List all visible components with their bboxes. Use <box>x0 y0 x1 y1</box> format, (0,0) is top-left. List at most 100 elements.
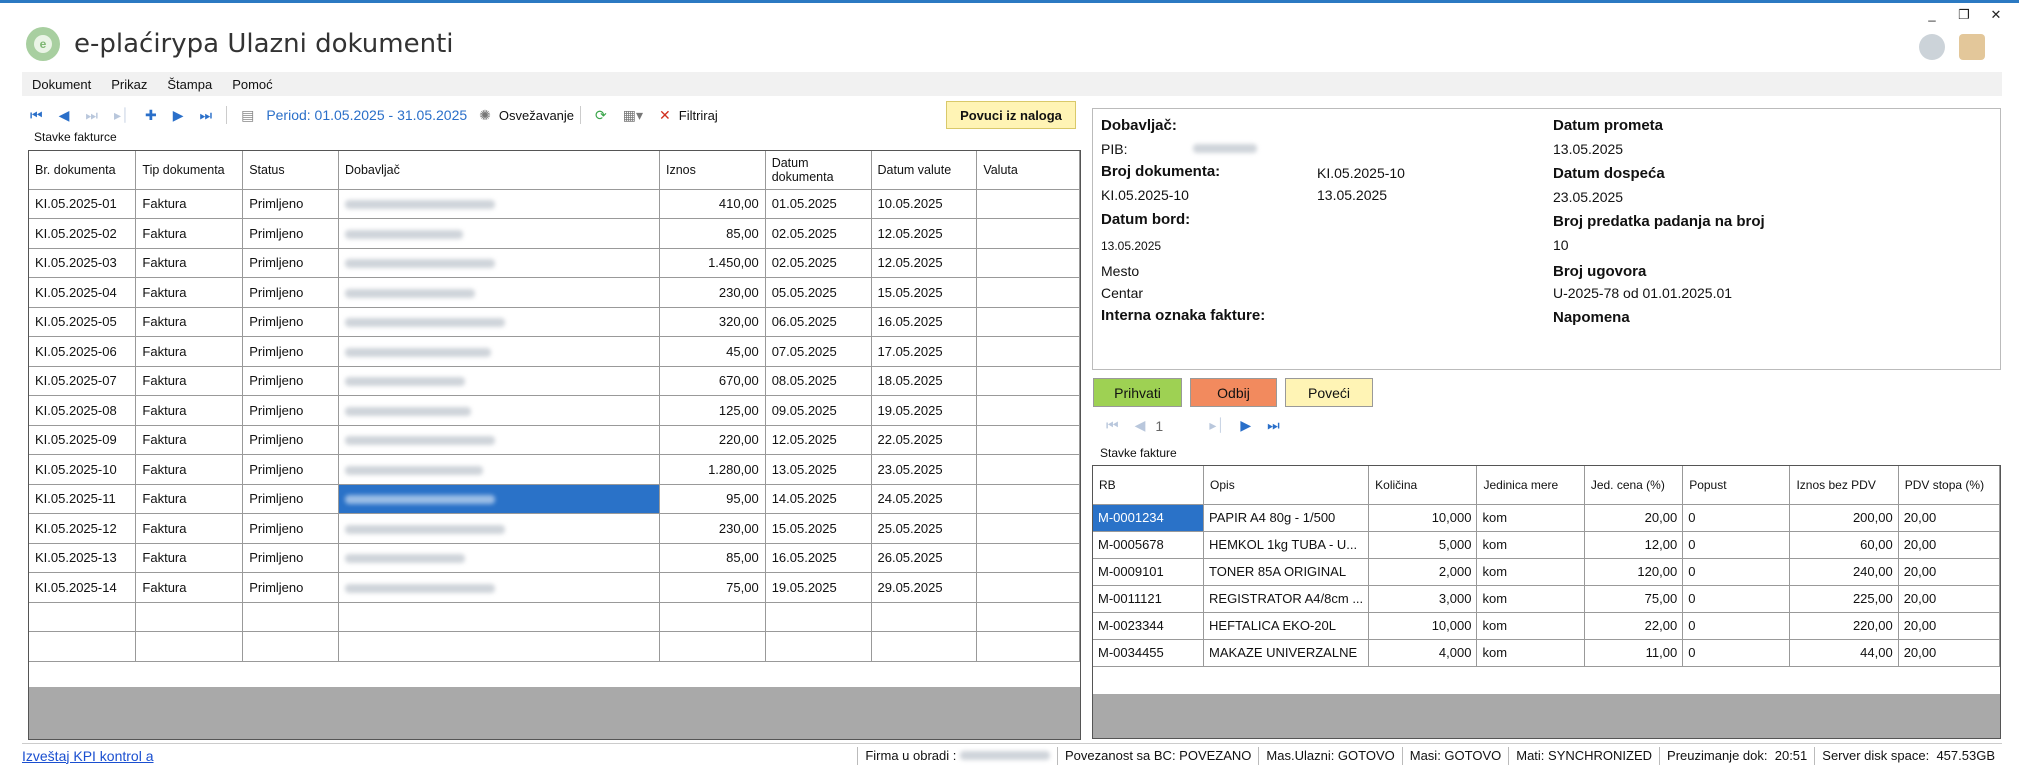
cell-jed-cena[interactable]: 22,00 <box>1584 612 1684 640</box>
cell-jm[interactable]: kom <box>1476 612 1585 640</box>
cell-dobavljac[interactable] <box>338 366 660 396</box>
cell-dobavljac[interactable] <box>338 189 660 219</box>
cell-iznos[interactable]: 95,00 <box>659 484 766 514</box>
cell-tip[interactable]: Faktura <box>135 307 244 337</box>
first-record-icon[interactable]: ⏮ <box>30 107 43 124</box>
cell-datum-valute[interactable]: 19.05.2025 <box>871 395 978 426</box>
col-header-popust[interactable]: Popust <box>1682 466 1791 505</box>
cell-opis[interactable]: TONER 85A ORIGINAL <box>1203 558 1370 586</box>
cell-jed-cena[interactable]: 20,00 <box>1584 504 1684 532</box>
last-record-icon[interactable]: ⏭ <box>199 107 212 124</box>
cell-datum-valute[interactable]: 26.05.2025 <box>871 543 978 573</box>
cell-iznos[interactable]: 225,00 <box>1789 585 1899 613</box>
col-header-jm[interactable]: Jedinica mere <box>1476 466 1585 505</box>
item-row[interactable]: M-0005678 HEMKOL 1kg TUBA - U... 5,000 kom 1… <box>1093 531 2000 559</box>
settings-gear-icon[interactable] <box>1919 34 1945 60</box>
next-record-icon[interactable]: ▶ <box>173 107 184 124</box>
document-row[interactable]: KI.05.2025-08 Faktura Primljeno 125,00 09.05… <box>29 395 1080 426</box>
next-page-icon[interactable]: ▸⏐ <box>114 107 129 124</box>
cell-opis[interactable]: PAPIR A4 80g - 1/500 <box>1203 504 1370 532</box>
cell-jm[interactable]: kom <box>1476 531 1585 559</box>
cell-kolicina[interactable]: 4,000 <box>1368 639 1478 667</box>
cell-popust[interactable]: 0 <box>1682 558 1791 586</box>
last-item-icon[interactable]: ⏭ <box>1267 417 1280 434</box>
col-header-status[interactable]: Status <box>242 151 339 190</box>
document-row[interactable]: KI.05.2025-03 Faktura Primljeno 1.450,00 02.… <box>29 248 1080 278</box>
cell-rb[interactable]: M-0009101 <box>1093 558 1205 586</box>
cell-dobavljac[interactable] <box>338 484 660 514</box>
menu-prikaz[interactable]: Prikaz <box>101 77 157 92</box>
cell-status[interactable]: Primljeno <box>242 425 339 455</box>
cell-br[interactable]: KI.05.2025-04 <box>29 277 137 308</box>
document-row[interactable]: KI.05.2025-14 Faktura Primljeno 75,00 19.05.… <box>29 572 1080 603</box>
cell-datum[interactable]: 07.05.2025 <box>765 336 872 367</box>
export-icon[interactable]: ▦▾ <box>623 107 643 124</box>
document-row[interactable]: KI.05.2025-10 Faktura Primljeno 1.280,00 13.… <box>29 454 1080 485</box>
cell-datum[interactable]: 15.05.2025 <box>765 513 872 544</box>
cell-datum[interactable]: 14.05.2025 <box>765 484 872 514</box>
document-row[interactable]: KI.05.2025-11 Faktura Primljeno 95,00 14.05.… <box>29 484 1080 514</box>
cell-kolicina[interactable]: 10,000 <box>1368 504 1478 532</box>
col-header-iznos-bez-pdv[interactable]: Iznos bez PDV <box>1789 466 1899 505</box>
cell-datum[interactable]: 01.05.2025 <box>765 189 872 219</box>
cell-kolicina[interactable]: 10,000 <box>1368 612 1478 640</box>
cell-iznos[interactable]: 230,00 <box>659 277 766 308</box>
cell-opis[interactable]: HEMKOL 1kg TUBA - U... <box>1203 531 1370 559</box>
cell-kolicina[interactable]: 2,000 <box>1368 558 1478 586</box>
cell-valuta[interactable] <box>976 572 1080 603</box>
cell-br[interactable]: KI.05.2025-05 <box>29 307 137 337</box>
cell-pdv[interactable]: 20,00 <box>1898 531 2000 559</box>
col-header-tip[interactable]: Tip dokumenta <box>135 151 244 190</box>
cell-status[interactable]: Primljeno <box>242 513 339 544</box>
cell-br[interactable]: KI.05.2025-14 <box>29 572 137 603</box>
document-row[interactable]: KI.05.2025-12 Faktura Primljeno 230,00 15.05… <box>29 513 1080 544</box>
cell-valuta[interactable] <box>976 189 1080 219</box>
cell-datum-valute[interactable]: 24.05.2025 <box>871 484 978 514</box>
cell-iznos[interactable]: 44,00 <box>1789 639 1899 667</box>
cell-valuta[interactable] <box>976 484 1080 514</box>
cell-iznos[interactable]: 85,00 <box>659 543 766 573</box>
cell-datum-valute[interactable]: 29.05.2025 <box>871 572 978 603</box>
cell-datum[interactable]: 08.05.2025 <box>765 366 872 396</box>
cell-dobavljac[interactable] <box>338 425 660 455</box>
cell-popust[interactable]: 0 <box>1682 504 1791 532</box>
cell-dobavljac[interactable] <box>338 572 660 603</box>
cell-dobavljac[interactable] <box>338 248 660 278</box>
col-header-kolicina[interactable]: Količina <box>1368 466 1478 505</box>
cell-jm[interactable]: kom <box>1476 639 1585 667</box>
cell-status[interactable]: Primljeno <box>242 572 339 603</box>
cell-tip[interactable]: Faktura <box>135 454 244 485</box>
cell-br[interactable]: KI.05.2025-07 <box>29 366 137 396</box>
cell-br[interactable]: KI.05.2025-01 <box>29 189 137 219</box>
cell-tip[interactable]: Faktura <box>135 189 244 219</box>
cell-valuta[interactable] <box>976 336 1080 367</box>
cell-dobavljac[interactable] <box>338 395 660 426</box>
prev-record-icon[interactable]: ◀ <box>59 107 70 124</box>
document-row[interactable]: KI.05.2025-01 Faktura Primljeno 410,00 01.05… <box>29 189 1080 219</box>
cell-dobavljac[interactable] <box>338 277 660 308</box>
cell-pdv[interactable]: 20,00 <box>1898 612 2000 640</box>
prev-item-icon[interactable]: ◀ <box>1135 417 1146 434</box>
cell-jm[interactable]: kom <box>1476 585 1585 613</box>
add-icon[interactable]: ✚ <box>145 107 157 124</box>
cell-dobavljac[interactable] <box>338 218 660 249</box>
cell-dobavljac[interactable] <box>338 513 660 544</box>
cell-status[interactable]: Primljeno <box>242 248 339 278</box>
close-button[interactable]: ✕ <box>1989 7 2003 23</box>
cell-br[interactable]: KI.05.2025-03 <box>29 248 137 278</box>
cell-rb[interactable]: M-0001234 <box>1093 504 1205 532</box>
item-row[interactable]: M-0023344 HEFTALICA EKO-20L 10,000 kom 22,00… <box>1093 612 2000 640</box>
cell-valuta[interactable] <box>976 248 1080 278</box>
cell-iznos[interactable]: 1.280,00 <box>659 454 766 485</box>
cell-iznos[interactable]: 1.450,00 <box>659 248 766 278</box>
load-from-order-button[interactable]: Povuci iz naloga <box>946 101 1076 129</box>
cell-datum-valute[interactable]: 25.05.2025 <box>871 513 978 544</box>
cell-datum-valute[interactable]: 12.05.2025 <box>871 218 978 249</box>
cell-br[interactable]: KI.05.2025-06 <box>29 336 137 367</box>
cell-datum-valute[interactable]: 18.05.2025 <box>871 366 978 396</box>
cell-iznos[interactable]: 45,00 <box>659 336 766 367</box>
menu-pomoc[interactable]: Pomoć <box>222 77 282 92</box>
restore-button[interactable]: ❐ <box>1957 7 1971 23</box>
document-row[interactable]: KI.05.2025-05 Faktura Primljeno 320,00 06.05… <box>29 307 1080 337</box>
cell-valuta[interactable] <box>976 454 1080 485</box>
